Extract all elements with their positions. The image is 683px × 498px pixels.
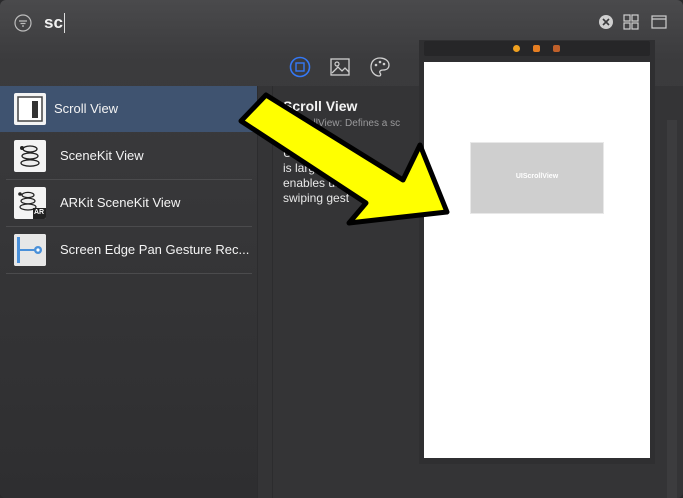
list-item-screen-edge-pan[interactable]: Screen Edge Pan Gesture Rec... <box>6 227 252 274</box>
list-item-scroll-view[interactable]: Scroll View <box>0 86 257 132</box>
divider <box>272 86 273 498</box>
view-controller-icon[interactable] <box>513 45 520 52</box>
list-item-label: Scroll View <box>54 101 119 116</box>
scroll-view-label: UIScrollView <box>515 173 559 180</box>
filter-icon[interactable] <box>14 14 32 32</box>
first-responder-icon[interactable] <box>533 45 540 52</box>
description-line: is large <box>283 161 322 175</box>
library-window: sc Scroll View SceneKit View AR ARKit Sc… <box>0 0 683 498</box>
scroll-view-placeholder[interactable]: UIScrollView <box>470 142 604 214</box>
list-item-label: ARKit SceneKit View <box>60 195 181 210</box>
objects-tab-square-icon[interactable] <box>289 56 311 78</box>
list-item-scenekit-view[interactable]: SceneKit View <box>6 133 252 180</box>
scroll-track[interactable] <box>667 120 677 498</box>
list-item-arkit-scenekit-view[interactable]: AR ARKit SceneKit View <box>6 180 252 227</box>
media-tab-image-icon[interactable] <box>329 56 351 78</box>
detail-title: Scroll View <box>283 98 358 114</box>
object-list: Scroll View SceneKit View AR ARKit Scene… <box>0 86 258 498</box>
scroll-view-icon <box>14 93 46 125</box>
list-item-label: Screen Edge Pan Gesture Rec... <box>60 242 250 257</box>
colors-tab-palette-icon[interactable] <box>369 56 391 78</box>
device-screen[interactable] <box>424 62 650 458</box>
arkit-icon: AR <box>14 187 46 219</box>
text-caret <box>64 13 65 33</box>
panel-icon[interactable] <box>651 14 667 30</box>
detail-subtitle: UIScrollView: Defines a sc <box>283 118 401 129</box>
clear-icon[interactable] <box>598 14 614 30</box>
gesture-icon <box>14 234 46 266</box>
ar-badge: AR <box>34 209 45 216</box>
grid-view-icon[interactable] <box>623 14 639 30</box>
list-item-label: SceneKit View <box>60 148 144 163</box>
scene-dock <box>424 41 650 56</box>
description-line: enables user <box>283 176 352 190</box>
search-input[interactable]: sc <box>44 13 63 33</box>
exit-icon[interactable] <box>553 45 560 52</box>
detail-description: U... ...w pro is large enables user swip… <box>283 146 433 206</box>
scenekit-icon <box>14 140 46 172</box>
description-line: U... ...w pro <box>283 146 345 160</box>
description-line: swiping gest <box>283 191 350 205</box>
